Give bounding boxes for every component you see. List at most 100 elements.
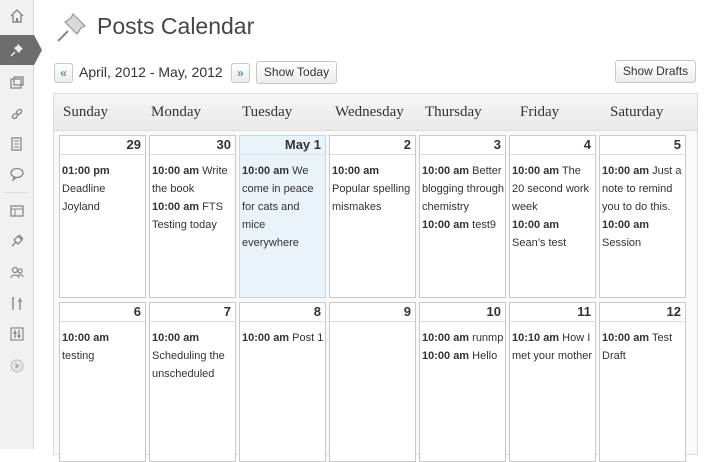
- calendar-day[interactable]: 5 10:00 am Just a note to remind you to d…: [599, 135, 686, 298]
- sidebar-item-tools[interactable]: [0, 289, 33, 319]
- show-drafts-button[interactable]: Show Drafts: [615, 60, 696, 83]
- sidebar-item-media[interactable]: [0, 68, 33, 98]
- post-title: Hello: [469, 350, 498, 362]
- day-events: 01:00 pm Deadline Joyland: [62, 162, 144, 216]
- calendar-day[interactable]: 12 10:00 am Test Draft: [599, 302, 686, 462]
- post-title: Session: [602, 237, 642, 249]
- weekday-label: Saturday: [610, 104, 664, 120]
- day-number: 3: [493, 137, 501, 152]
- post-time: 01:00 pm: [62, 165, 110, 177]
- sidebar-item-comments[interactable]: [0, 159, 33, 189]
- show-today-button[interactable]: Show Today: [256, 61, 337, 84]
- calendar-day[interactable]: 4 10:00 am The 20 second work week 10:00 a…: [509, 135, 596, 298]
- sidebar-item-pages[interactable]: [0, 129, 33, 159]
- calendar-post[interactable]: 10:00 am Write the book: [152, 162, 234, 198]
- calendar-day[interactable]: May 1 10:00 am We come in peace for cats …: [239, 135, 326, 298]
- links-icon: [11, 108, 22, 120]
- calendar-day[interactable]: 10 10:00 am runmp 10:00 am Hello: [419, 302, 506, 462]
- calendar-post[interactable]: 10:00 am Just a note to remind you to do…: [602, 162, 684, 216]
- post-time: 10:00 am: [422, 219, 470, 231]
- sidebar-item-dashboard[interactable]: [0, 1, 33, 31]
- calendar-day[interactable]: 30 10:00 am Write the book 10:00 am FTS Te…: [149, 135, 236, 298]
- calendar-post[interactable]: 10:00 am Hello: [422, 347, 504, 365]
- calendar-post[interactable]: 10:10 am How I met your mother: [512, 329, 594, 365]
- calendar-post[interactable]: 10:00 am Test Draft: [602, 329, 684, 365]
- day-header: [510, 136, 595, 155]
- post-time: 10:00 am: [512, 165, 560, 177]
- sidebar-item-posts[interactable]: [0, 35, 42, 65]
- sidebar-item-links[interactable]: [0, 99, 33, 129]
- calendar-day[interactable]: 29 01:00 pm Deadline Joyland: [59, 135, 146, 298]
- day-number: 11: [577, 304, 591, 319]
- post-time: 10:00 am: [602, 165, 650, 177]
- post-time: 10:00 am: [152, 332, 200, 344]
- weekday-label: Monday: [151, 104, 201, 120]
- post-title: testing: [62, 350, 95, 362]
- calendar-day[interactable]: 2 10:00 am Popular spelling mismakes: [329, 135, 416, 298]
- pushpin-icon: [10, 44, 23, 57]
- media-icon: [9, 76, 24, 89]
- calendar-post[interactable]: 10:00 am Popular spelling mismakes: [332, 162, 414, 216]
- calendar-day[interactable]: 9: [329, 302, 416, 462]
- sidebar-item-settings[interactable]: [0, 319, 33, 349]
- calendar-post[interactable]: 10:00 am Sean’s test: [512, 216, 594, 252]
- sidebar-collapse-button[interactable]: [0, 351, 33, 381]
- calendar-day[interactable]: 6 10:00 am testing: [59, 302, 146, 462]
- post-time: 10:00 am: [152, 165, 200, 177]
- next-month-button[interactable]: »: [231, 63, 250, 83]
- pages-icon: [10, 137, 22, 151]
- day-number: 12: [666, 304, 681, 319]
- calendar-post[interactable]: 10:00 am We come in peace for cats and m…: [242, 162, 324, 252]
- post-time: 10:00 am: [512, 219, 560, 231]
- post-title: We come in peace for cats and mice every…: [242, 165, 314, 249]
- post-title: test9: [469, 219, 496, 231]
- day-number: 5: [673, 137, 681, 152]
- day-header: [420, 136, 505, 155]
- day-number: 10: [486, 304, 501, 319]
- plugins-icon: [11, 234, 23, 247]
- day-number: 9: [403, 304, 411, 319]
- calendar-post[interactable]: 10:00 am Post 1: [242, 329, 324, 347]
- admin-sidebar: [0, 0, 42, 449]
- calendar-day[interactable]: 11 10:10 am How I met your mother: [509, 302, 596, 462]
- sidebar-item-appearance[interactable]: [0, 196, 33, 226]
- post-time: 10:00 am: [602, 332, 650, 344]
- day-header: [150, 303, 235, 322]
- sidebar-item-users[interactable]: [0, 257, 33, 287]
- posts-calendar: Sunday Monday Tuesday Wednesday Thursday…: [53, 93, 698, 462]
- calendar-post[interactable]: 01:00 pm Deadline Joyland: [62, 162, 144, 216]
- post-title: runmp: [469, 332, 504, 344]
- day-number: 30: [216, 137, 231, 152]
- calendar-day[interactable]: 3 10:00 am Better blogging through chemis…: [419, 135, 506, 298]
- sidebar-separator: [4, 192, 29, 193]
- weekday-label: Thursday: [425, 104, 482, 120]
- calendar-post[interactable]: 10:00 am Session: [602, 216, 684, 252]
- calendar-post[interactable]: 10:00 am testing: [62, 329, 144, 365]
- calendar-post[interactable]: 10:00 am Better blogging through chemist…: [422, 162, 504, 216]
- day-number: 8: [313, 304, 321, 319]
- day-events: 10:10 am How I met your mother: [512, 329, 594, 365]
- day-number: May 1: [284, 137, 321, 152]
- pushpin-icon: [57, 12, 87, 42]
- calendar-post[interactable]: 10:00 am runmp: [422, 329, 504, 347]
- post-time: 10:00 am: [152, 201, 200, 213]
- post-title: Deadline Joyland: [62, 183, 106, 213]
- day-events: 10:00 am Test Draft: [602, 329, 684, 365]
- sidebar-item-plugins[interactable]: [0, 226, 33, 256]
- post-title: Post 1: [289, 332, 324, 344]
- day-events: 10:00 am Post 1: [242, 329, 324, 347]
- calendar-day[interactable]: 8 10:00 am Post 1: [239, 302, 326, 462]
- day-number: 7: [223, 304, 231, 319]
- weekday-label: Wednesday: [335, 104, 404, 120]
- previous-month-button[interactable]: «: [54, 63, 73, 83]
- calendar-post[interactable]: 10:00 am The 20 second work week: [512, 162, 594, 216]
- users-icon: [9, 266, 24, 279]
- calendar-day[interactable]: 7 10:00 am Scheduling the unscheduled: [149, 302, 236, 462]
- day-events: 10:00 am Better blogging through chemist…: [422, 162, 504, 234]
- calendar-post[interactable]: 10:00 am Scheduling the unscheduled: [152, 329, 234, 383]
- calendar-post[interactable]: 10:00 am test9: [422, 216, 504, 234]
- post-time: 10:00 am: [242, 165, 290, 177]
- weekday-label: Sunday: [63, 104, 108, 120]
- calendar-post[interactable]: 10:00 am FTS Testing today: [152, 198, 234, 234]
- post-time: 10:00 am: [422, 332, 470, 344]
